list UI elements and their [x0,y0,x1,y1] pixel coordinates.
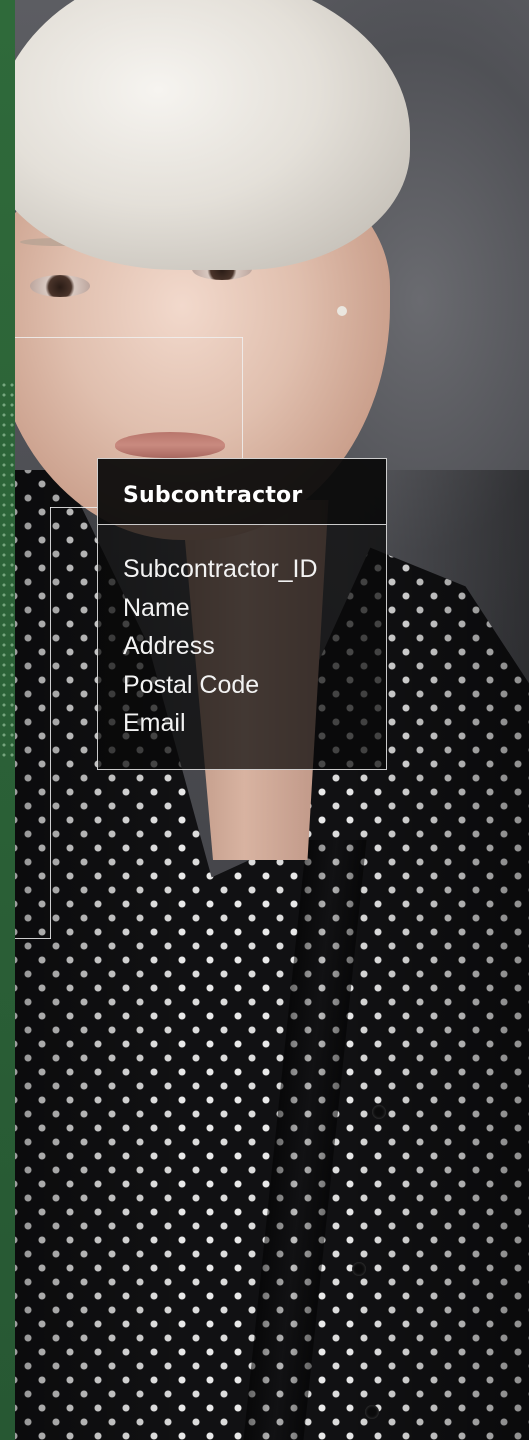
entity-field-list: Subcontractor_ID Name Address Postal Cod… [98,525,386,743]
connector-line [15,938,51,939]
shirt-button [352,1262,366,1276]
entity-card: Subcontractor Subcontractor_ID Name Addr… [97,458,387,770]
earring [337,306,347,316]
shirt-button [365,1405,379,1419]
entity-field: Subcontractor_ID [123,555,318,583]
entity-field: Email [123,709,186,737]
connector-line [50,507,51,939]
dot-texture [0,380,15,760]
connector-line [50,507,98,508]
entity-field: Name [123,593,190,622]
entity-header: Subcontractor [98,459,386,525]
hair [0,0,410,270]
entity-title: Subcontractor [123,483,303,508]
connector-line [15,337,243,338]
shirt-button [372,1105,386,1119]
entity-field: Postal Code [123,670,260,699]
lips [115,432,225,458]
connector-line [242,337,243,460]
entity-field: Address [123,632,215,660]
eye [30,275,90,297]
